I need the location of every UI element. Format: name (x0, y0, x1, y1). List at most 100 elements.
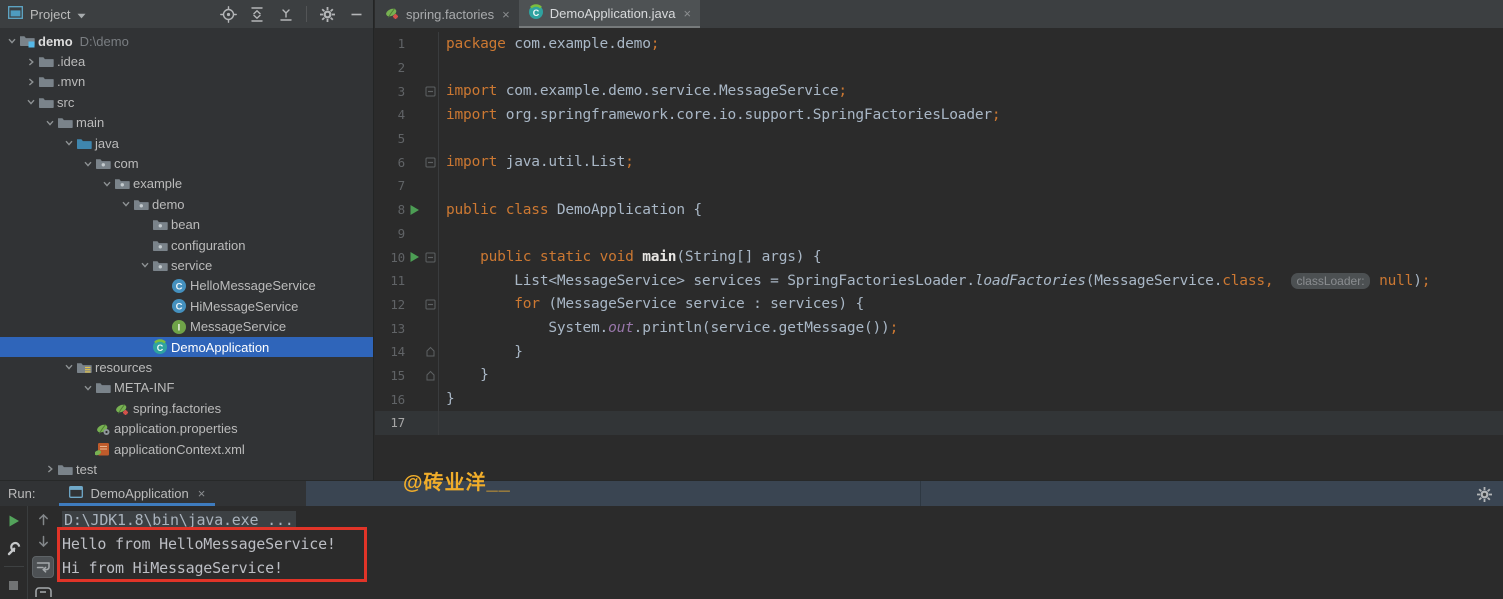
springboot-class-icon: C (528, 4, 544, 23)
code-text (438, 56, 1503, 80)
tree-item--idea[interactable]: .idea (0, 51, 373, 71)
chevron-down-icon[interactable] (23, 97, 38, 107)
close-icon[interactable]: × (198, 486, 206, 501)
fold-open-icon[interactable] (423, 299, 438, 310)
code-text: package com.example.demo; (438, 32, 1503, 56)
code-text: import com.example.demo.service.MessageS… (438, 79, 1503, 103)
close-icon[interactable]: × (502, 7, 510, 22)
tree-item-label: HelloMessageService (190, 278, 316, 293)
code-line-16[interactable]: 16} (375, 387, 1503, 411)
up-arrow-icon[interactable] (34, 512, 52, 527)
code-line-9[interactable]: 9 (375, 222, 1503, 246)
tree-item-configuration[interactable]: configuration (0, 235, 373, 255)
chevron-down-icon[interactable] (137, 260, 152, 270)
chevron-right-icon[interactable] (23, 57, 38, 67)
down-arrow-icon[interactable] (34, 534, 52, 549)
code-line-15[interactable]: 15 } (375, 364, 1503, 388)
chevron-down-icon[interactable] (80, 159, 95, 169)
soft-wrap-toggle[interactable] (32, 556, 54, 578)
tool-window-icon (8, 6, 23, 22)
project-folder-icon (19, 33, 38, 49)
tree-item-label: DemoApplication (171, 340, 269, 355)
tree-item-spring-factories[interactable]: spring.factories (0, 398, 373, 418)
line-number: 12 (375, 297, 405, 312)
code-line-4[interactable]: 4import org.springframework.core.io.supp… (375, 103, 1503, 127)
tree-item-example[interactable]: example (0, 174, 373, 194)
code-line-1[interactable]: 1package com.example.demo; (375, 32, 1503, 56)
xml-file-icon (95, 442, 114, 457)
chevron-right-icon[interactable] (42, 464, 57, 474)
tree-item-label: src (57, 95, 74, 110)
code-line-3[interactable]: 3import com.example.demo.service.Message… (375, 79, 1503, 103)
code-line-10[interactable]: 10 public static void main(String[] args… (375, 245, 1503, 269)
chevron-down-icon[interactable] (99, 179, 114, 189)
soft-wrap-icon[interactable] (34, 558, 52, 576)
fold-open-icon[interactable] (423, 86, 438, 97)
tree-item-service[interactable]: service (0, 255, 373, 275)
chevron-down-icon[interactable] (118, 199, 133, 209)
tree-item-label: demo (152, 197, 185, 212)
tree-item-hellomessageservice[interactable]: CHelloMessageService (0, 276, 373, 296)
settings-icon[interactable] (318, 5, 336, 23)
folder-icon (38, 74, 57, 89)
tree-item-com[interactable]: com (0, 153, 373, 173)
run-arrow-icon[interactable] (405, 251, 423, 263)
stop-icon[interactable] (5, 576, 23, 594)
edit-config-wrench-icon[interactable] (5, 539, 23, 557)
tree-item-demo[interactable]: demo (0, 194, 373, 214)
expand-all-icon[interactable] (248, 5, 266, 23)
run-tool-window-header: Run: DemoApplication × (0, 480, 1503, 506)
chevron-down-icon[interactable] (61, 138, 76, 148)
code-line-13[interactable]: 13 System.out.println(service.getMessage… (375, 316, 1503, 340)
tree-item-meta-inf[interactable]: META-INF (0, 378, 373, 398)
chevron-down-icon[interactable] (42, 118, 57, 128)
locate-icon[interactable] (219, 5, 237, 23)
fold-end-icon[interactable] (423, 346, 438, 357)
chevron-down-icon[interactable] (4, 36, 19, 46)
chevron-down-icon[interactable] (61, 362, 76, 372)
settings-icon[interactable] (1475, 485, 1493, 503)
tree-item-label: main (76, 115, 104, 130)
editor-tab-demoapplication-java[interactable]: CDemoApplication.java× (519, 0, 700, 28)
tree-item-application-properties[interactable]: application.properties (0, 418, 373, 438)
hide-icon[interactable] (347, 5, 365, 23)
tree-item-applicationcontext-xml[interactable]: applicationContext.xml (0, 439, 373, 459)
tree-item-demoapplication[interactable]: CDemoApplication (0, 337, 373, 357)
code-line-8[interactable]: 8public class DemoApplication { (375, 198, 1503, 222)
close-icon[interactable]: × (683, 6, 691, 21)
code-area[interactable]: 1package com.example.demo;23import com.e… (375, 28, 1503, 435)
run-header-left: Run: DemoApplication × (0, 481, 306, 506)
tree-item-main[interactable]: main (0, 113, 373, 133)
tree-item-bean[interactable]: bean (0, 215, 373, 235)
run-arrow-icon[interactable] (405, 204, 423, 216)
code-text (438, 174, 1503, 198)
code-line-7[interactable]: 7 (375, 174, 1503, 198)
tree-item-demo[interactable]: demoD:\demo (0, 31, 373, 51)
tree-item-java[interactable]: java (0, 133, 373, 153)
code-line-17[interactable]: 17 (375, 411, 1503, 435)
tree-item-himessageservice[interactable]: CHiMessageService (0, 296, 373, 316)
code-line-2[interactable]: 2 (375, 56, 1503, 80)
project-title-wrap[interactable]: Project (8, 6, 86, 22)
code-line-6[interactable]: 6import java.util.List; (375, 150, 1503, 174)
chevron-down-icon[interactable] (80, 383, 95, 393)
fold-open-icon[interactable] (423, 252, 438, 263)
rerun-play-icon[interactable] (5, 512, 23, 530)
tree-item-test[interactable]: test (0, 459, 373, 479)
fold-open-icon[interactable] (423, 157, 438, 168)
run-tab-demoapplication[interactable]: DemoApplication × (59, 481, 215, 506)
tree-item-src[interactable]: src (0, 92, 373, 112)
editor-tab-spring-factories[interactable]: spring.factories× (375, 0, 519, 28)
code-line-11[interactable]: 11 List<MessageService> services = Sprin… (375, 269, 1503, 293)
tree-item-resources[interactable]: resources (0, 357, 373, 377)
tree-item--mvn[interactable]: .mvn (0, 72, 373, 92)
scroll-end-icon[interactable] (34, 585, 52, 599)
tree-item-messageservice[interactable]: IMessageService (0, 316, 373, 336)
code-line-14[interactable]: 14 } (375, 340, 1503, 364)
project-tree: demoD:\demo.idea.mvn srcmain javacomexampl… (0, 28, 373, 480)
collapse-all-icon[interactable] (277, 5, 295, 23)
chevron-right-icon[interactable] (23, 77, 38, 87)
fold-end-icon[interactable] (423, 370, 438, 381)
code-line-5[interactable]: 5 (375, 127, 1503, 151)
code-line-12[interactable]: 12 for (MessageService service : service… (375, 293, 1503, 317)
